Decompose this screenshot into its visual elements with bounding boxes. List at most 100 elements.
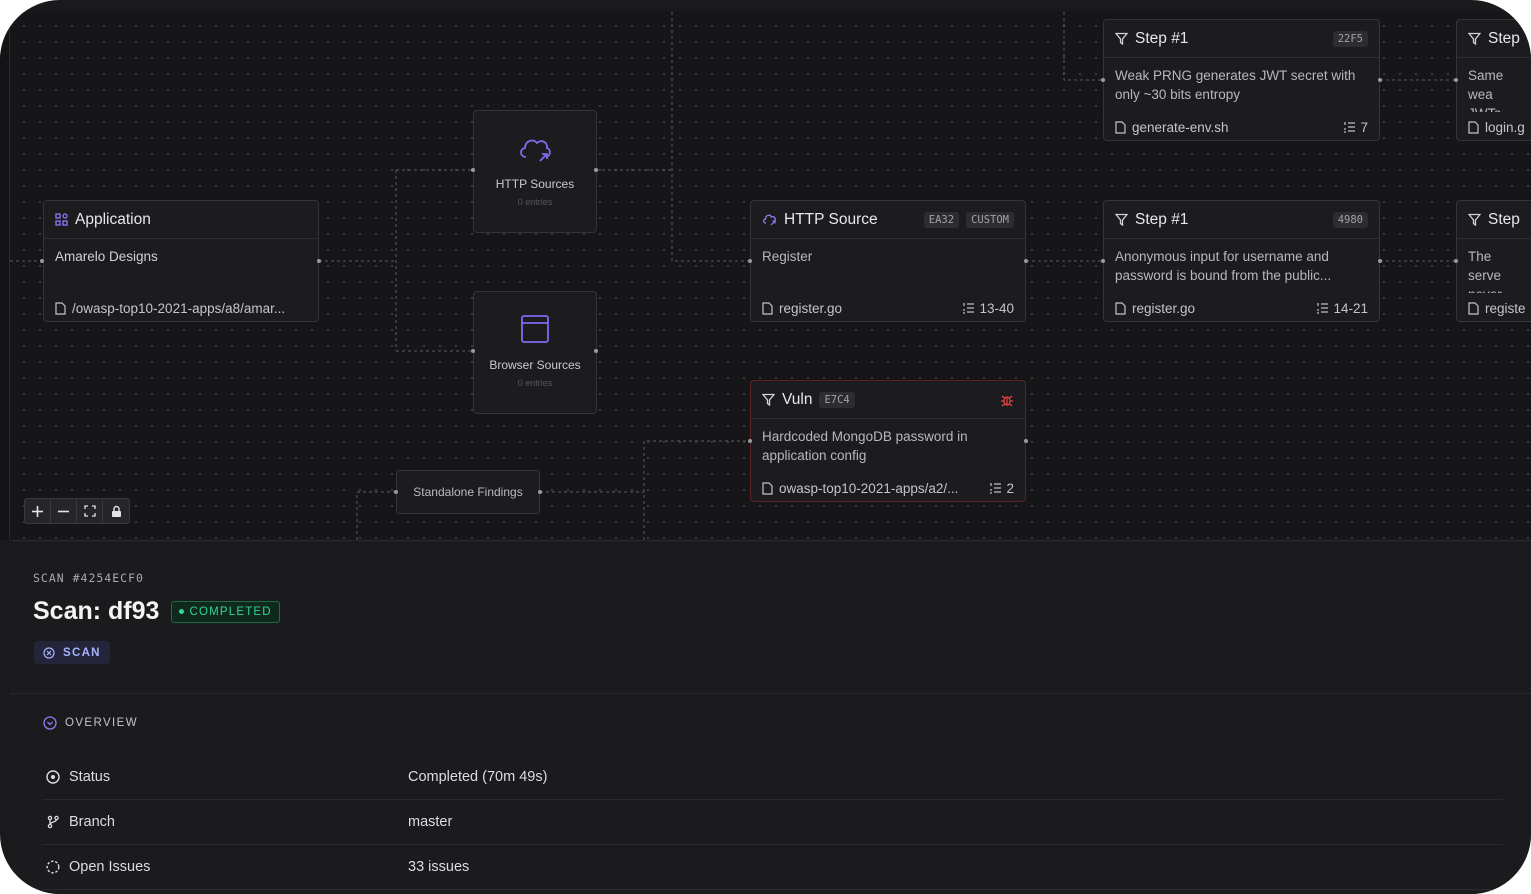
- lock-icon: [111, 505, 122, 518]
- connection-handle[interactable]: [538, 490, 542, 494]
- file-path[interactable]: /owasp-top10-2021-apps/a8/amar...: [72, 301, 307, 316]
- vuln-node[interactable]: Vuln E7C4 Hardcoded MongoDB password in …: [750, 380, 1026, 502]
- scan-type-label: SCAN: [63, 646, 101, 659]
- filter-icon: [762, 393, 775, 406]
- connection-handle[interactable]: [748, 259, 752, 263]
- connection-handle[interactable]: [394, 490, 398, 494]
- dashed-circle-icon: [46, 860, 60, 874]
- scan-type-chip: SCAN: [34, 641, 110, 664]
- connection-handle[interactable]: [748, 439, 752, 443]
- edge-http-sources-up: [596, 12, 750, 262]
- node-id-tag: 4980: [1332, 211, 1368, 228]
- entry-count: 0 entries: [517, 378, 553, 388]
- filter-icon: [1115, 213, 1128, 226]
- file-path[interactable]: register.go: [779, 301, 956, 316]
- http-source-node[interactable]: HTTP Source EA32 CUSTOM Register registe…: [750, 200, 1026, 322]
- list-ordered-icon: [989, 482, 1002, 494]
- node-description: Weak PRNG generates JWT secret with only…: [1115, 68, 1356, 102]
- divider: [10, 693, 1531, 694]
- connection-handle[interactable]: [1454, 78, 1458, 82]
- step-node[interactable]: Step #1 22F5 Weak PRNG generates JWT sec…: [1103, 19, 1380, 141]
- step-node[interactable]: Step #1 4980 Anonymous input for usernam…: [1103, 200, 1380, 322]
- connection-handle[interactable]: [1378, 259, 1382, 263]
- file-path[interactable]: owasp-top10-2021-apps/a2/...: [779, 481, 983, 496]
- row-key-label: Status: [69, 769, 111, 785]
- node-title: Step #1: [1135, 210, 1189, 228]
- left-rail: [0, 12, 10, 540]
- target-circle-icon: [46, 770, 60, 784]
- browser-sources-node[interactable]: Browser Sources 0 entries: [473, 291, 597, 414]
- row-key-label: Branch: [69, 814, 115, 830]
- node-header: Vuln E7C4: [751, 381, 1025, 419]
- node-header: Application: [44, 201, 318, 239]
- node-title: Step #1: [1135, 29, 1189, 47]
- connection-handle[interactable]: [471, 168, 475, 172]
- step-node[interactable]: Step The serve never reje registe: [1456, 200, 1531, 322]
- file-path[interactable]: register.go: [1132, 301, 1310, 316]
- connection-handle[interactable]: [594, 349, 598, 353]
- connection-handle[interactable]: [40, 259, 44, 263]
- application-icon: [55, 213, 68, 226]
- file-icon: [1115, 301, 1126, 315]
- file-icon: [1115, 120, 1126, 134]
- browser-window-icon: [474, 314, 596, 348]
- node-footer: generate-env.sh 7: [1104, 112, 1379, 142]
- line-range: 7: [1343, 120, 1368, 135]
- node-footer: register.go 14-21: [1104, 293, 1379, 323]
- status-dot-icon: [179, 609, 185, 614]
- step-node[interactable]: Step Same wea JWTs login.g: [1456, 19, 1531, 141]
- file-path[interactable]: login.g: [1485, 120, 1531, 135]
- node-label: Standalone Findings: [413, 485, 523, 499]
- node-description: The serve never reje: [1468, 249, 1502, 293]
- connection-handle[interactable]: [317, 259, 321, 263]
- connection-handle[interactable]: [1101, 259, 1105, 263]
- node-footer: /owasp-top10-2021-apps/a8/amar...: [44, 293, 318, 323]
- node-footer: register.go 13-40: [751, 293, 1025, 323]
- connection-handle[interactable]: [1024, 259, 1028, 263]
- node-footer: registe: [1457, 293, 1531, 323]
- http-sources-node[interactable]: HTTP Sources 0 entries: [473, 110, 597, 233]
- line-range: 13-40: [962, 301, 1014, 316]
- custom-tag: CUSTOM: [966, 211, 1014, 228]
- status-badge: COMPLETED: [171, 600, 280, 623]
- zoom-in-button[interactable]: [25, 499, 51, 523]
- file-icon: [1468, 301, 1479, 315]
- line-range-text: 13-40: [979, 300, 1014, 316]
- node-header: Step: [1457, 20, 1531, 58]
- file-icon: [55, 301, 66, 315]
- cloud-icon: [474, 133, 596, 167]
- node-description: Register: [762, 249, 813, 264]
- file-path[interactable]: registe: [1485, 301, 1531, 316]
- graph-canvas[interactable]: Application Amarelo Designs /owasp-top10…: [10, 12, 1531, 540]
- bug-icon: [1000, 393, 1014, 407]
- fit-view-button[interactable]: [77, 499, 103, 523]
- application-node[interactable]: Application Amarelo Designs /owasp-top10…: [43, 200, 319, 322]
- list-ordered-icon: [1316, 302, 1329, 314]
- filter-icon: [1468, 32, 1481, 45]
- node-footer: owasp-top10-2021-apps/a2/... 2: [751, 473, 1025, 503]
- row-key: Branch: [42, 814, 408, 830]
- file-path[interactable]: generate-env.sh: [1132, 120, 1337, 135]
- list-ordered-icon: [1343, 121, 1356, 133]
- overview-row-status: Status Completed (70m 49s): [42, 755, 1503, 800]
- node-title: Step: [1488, 210, 1520, 228]
- edge-vuln: [540, 440, 750, 540]
- overview-section-toggle[interactable]: OVERVIEW: [43, 716, 138, 730]
- node-header: HTTP Source EA32 CUSTOM: [751, 201, 1025, 239]
- connection-handle[interactable]: [1378, 78, 1382, 82]
- connection-handle[interactable]: [1024, 439, 1028, 443]
- zoom-out-button[interactable]: [51, 499, 77, 523]
- row-key: Status: [42, 769, 408, 785]
- status-badge-label: COMPLETED: [189, 605, 272, 618]
- git-branch-icon: [46, 815, 60, 829]
- scan-title-row: Scan: df93 COMPLETED: [33, 597, 280, 626]
- chevron-down-circle-icon: [43, 716, 57, 730]
- row-key-label: Open Issues: [69, 859, 151, 875]
- connection-handle[interactable]: [1101, 78, 1105, 82]
- standalone-findings-node[interactable]: Standalone Findings: [396, 470, 540, 514]
- connection-handle[interactable]: [1454, 259, 1458, 263]
- lock-button[interactable]: [103, 499, 129, 523]
- node-label: Browser Sources: [489, 358, 581, 372]
- connection-handle[interactable]: [594, 168, 598, 172]
- connection-handle[interactable]: [471, 349, 475, 353]
